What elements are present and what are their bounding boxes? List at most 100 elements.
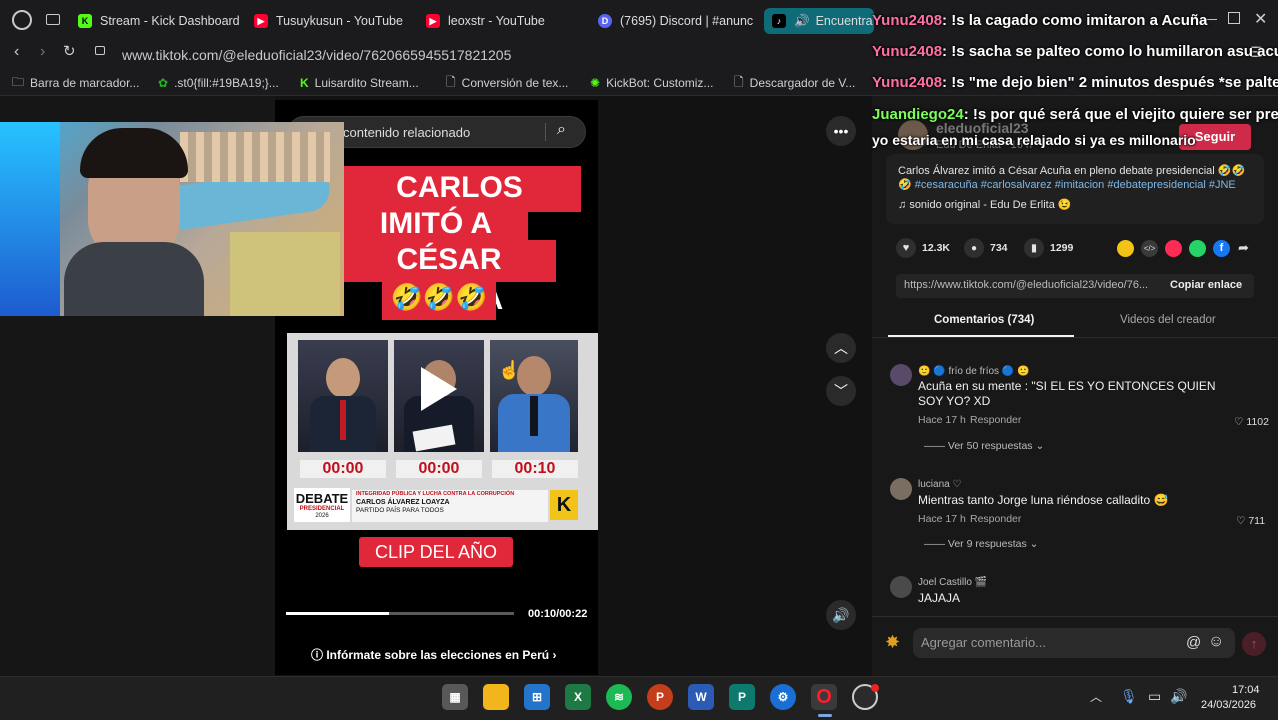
whatsapp-icon[interactable]	[1189, 240, 1206, 257]
tab-label: Stream - Kick Dashboard	[100, 14, 240, 28]
windows-start-icon[interactable]	[400, 686, 424, 710]
progress-time: 00:10/00:22	[528, 608, 588, 620]
tab-label: Tusuykusun - YouTube	[276, 14, 403, 28]
like-button[interactable]: ♥ 12.3K	[896, 238, 950, 258]
store-icon[interactable]: ⊞	[524, 684, 550, 710]
opera-icon[interactable]: O	[811, 684, 837, 710]
translator-icon[interactable]: ⚙	[770, 684, 796, 710]
facebook-icon[interactable]: f	[1213, 240, 1230, 257]
close-icon[interactable]: ✕	[1254, 9, 1267, 29]
volume-tray-icon[interactable]: 🔊	[1170, 688, 1187, 705]
lower-third: INTEGRIDAD PÚBLICA Y LUCHA CONTRA LA COR…	[352, 490, 548, 522]
timer-2: 00:00	[396, 460, 482, 478]
chat-text: yo estaria en mi casa relajado si ya es …	[872, 132, 1196, 148]
maximize-icon[interactable]	[1228, 12, 1240, 24]
network-icon[interactable]: ▭	[1148, 688, 1161, 705]
previous-video-button[interactable]: ︿	[826, 333, 856, 363]
tab-divider	[872, 337, 1278, 338]
info-link[interactable]: ⓘ Infórmate sobre las elecciones en Perú…	[311, 646, 556, 663]
video-description: Carlos Álvarez imitó a César Acuña en pl…	[898, 165, 1246, 177]
search-input[interactable]: contenido relacionado	[343, 125, 470, 140]
repost-icon[interactable]	[1117, 240, 1134, 257]
tab-youtube-tusuykusun[interactable]: ▶ Tusuykusun - YouTube	[254, 8, 419, 34]
reply-button[interactable]: Responder	[970, 414, 1021, 426]
tab-comments[interactable]: Comentarios (734)	[934, 314, 1034, 326]
chat-text: : !s "me dejo bien" 2 minutos después *s…	[942, 74, 1278, 91]
volume-button[interactable]: 🔊	[826, 600, 856, 630]
file-explorer-icon[interactable]	[483, 684, 509, 710]
bookmark-item[interactable]: 🗋 Descargador de V...	[734, 74, 855, 92]
tab-tiktok-active[interactable]: ♪ 🔊 Encuentra	[764, 8, 874, 34]
chat-username: Yunu2408	[872, 12, 943, 29]
comment-author[interactable]: Joel Castillo 🎬	[918, 577, 987, 588]
browser-logo-icon[interactable]	[12, 10, 32, 30]
progress-fill	[286, 612, 389, 615]
view-replies[interactable]: —— Ver 50 respuestas ⌄	[924, 440, 1044, 452]
calculator-icon[interactable]: ▦	[442, 684, 468, 710]
bookmark-item[interactable]: ✺ KickBot: Customiz...	[590, 74, 713, 92]
chat-message: Yunu2408: !s sacha se palteo como lo hum…	[872, 43, 1278, 61]
copy-link-button[interactable]: Copiar enlace	[1170, 279, 1242, 291]
tray-chevron-icon[interactable]: ︿	[1090, 688, 1102, 705]
debate-panel-3	[490, 340, 578, 452]
clock-time[interactable]: 17:04	[1232, 684, 1260, 696]
tab-kick-dashboard[interactable]: K Stream - Kick Dashboard	[78, 8, 248, 34]
debate-label: DEBATE	[295, 491, 349, 506]
comment-text: Mientras tanto Jorge luna riéndose calla…	[918, 493, 1169, 507]
chevron-up-icon: ︿	[834, 340, 848, 356]
next-video-button[interactable]: ﹀	[826, 376, 856, 406]
save-button[interactable]: ▮ 1299	[1024, 238, 1073, 258]
chevron-down-icon: ⌄	[1035, 440, 1045, 452]
bookmark-item[interactable]: K Luisardito Stream...	[300, 74, 419, 92]
publisher-icon[interactable]: P	[729, 684, 755, 710]
tab-creator-videos[interactable]: Videos del creador	[1120, 314, 1216, 326]
more-options-icon[interactable]: •••	[826, 116, 856, 146]
tab-youtube-leoxstr[interactable]: ▶ leoxstr - YouTube	[426, 8, 591, 34]
tab-overview-icon[interactable]	[46, 14, 60, 25]
back-icon[interactable]: ‹	[14, 43, 19, 61]
bookmark-item[interactable]: 🗋 Conversión de tex...	[446, 74, 568, 92]
hashtags[interactable]: 🤣 #cesaracuña #carlosalvarez #imitacion …	[898, 178, 1236, 191]
view-replies[interactable]: —— Ver 9 respuestas ⌄	[924, 538, 1038, 550]
word-icon[interactable]: W	[688, 684, 714, 710]
comment-author[interactable]: 🙂 🔵 frío de fríos 🔵 🙂	[918, 366, 1030, 377]
forward-icon[interactable]: ›	[40, 43, 45, 61]
bookmark-item[interactable]: 🗀 Barra de marcador...	[12, 74, 139, 92]
post-comment-button[interactable]: ↑	[1242, 632, 1266, 656]
search-icon[interactable]: ⌕	[557, 121, 566, 139]
microphone-icon[interactable]: 🎙	[1120, 688, 1138, 705]
excel-icon[interactable]: X	[565, 684, 591, 710]
powerpoint-icon[interactable]: P	[647, 684, 673, 710]
play-icon[interactable]	[418, 366, 460, 412]
chat-text: : !s la cagado como imitaron a Acuña	[942, 12, 1208, 29]
comment-like-count[interactable]: ♡ 711	[1236, 515, 1265, 527]
tab-discord[interactable]: D (7695) Discord | #anunci	[598, 8, 753, 34]
debate-sub: PRESIDENCIAL	[299, 506, 345, 512]
embed-icon[interactable]: </>	[1141, 240, 1158, 257]
tab-label: Encuentra	[815, 14, 873, 28]
comment-avatar[interactable]	[890, 576, 912, 598]
clock-date[interactable]: 24/03/2026	[1201, 699, 1256, 711]
chat-message: yo estaria en mi casa relajado si ya es …	[872, 131, 1196, 149]
comment-avatar[interactable]	[890, 364, 912, 386]
mouse-cursor-icon: ☝	[498, 360, 521, 380]
spotify-icon[interactable]: ≋	[606, 684, 632, 710]
comment-button[interactable]: ● 734	[964, 238, 1008, 258]
bookmark-item[interactable]: ✿ .st0{fill:#19BA19;}...	[158, 74, 279, 92]
reply-button[interactable]: Responder	[970, 513, 1021, 525]
mention-icon[interactable]: @	[1186, 634, 1201, 651]
url-field[interactable]: www.tiktok.com/@eleduoficial23/video/762…	[122, 44, 511, 66]
comment-avatar[interactable]	[890, 478, 912, 500]
debate-year: 2026	[315, 513, 329, 519]
comment-author[interactable]: luciana ♡	[918, 479, 961, 490]
share-link[interactable]: https://www.tiktok.com/@eleduoficial23/v…	[904, 279, 1154, 291]
reload-icon[interactable]: ↻	[63, 42, 76, 60]
kick-icon: K	[78, 14, 92, 28]
sound-label[interactable]: ♫ sonido original - Edu De Erlita 😉	[898, 198, 1072, 211]
opera-active-indicator	[818, 714, 832, 717]
doc-icon: 🗋	[446, 74, 456, 89]
emoji-icon[interactable]: ☺	[1208, 633, 1224, 651]
share-icon[interactable]: ➦	[1238, 240, 1249, 256]
comment-like-count[interactable]: ♡ 1102	[1234, 416, 1269, 428]
send-icon[interactable]	[1165, 240, 1182, 257]
